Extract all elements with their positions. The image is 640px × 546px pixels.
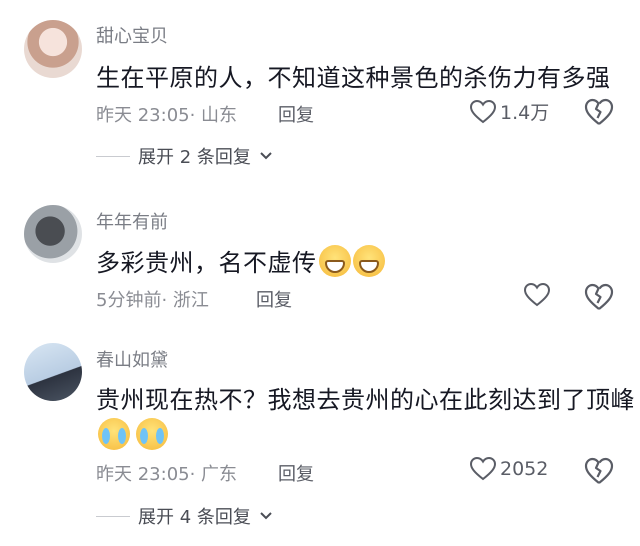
cry-emoji [136, 418, 168, 450]
username[interactable]: 年年有前 [96, 208, 168, 234]
expand-replies-button[interactable]: 展开 2 条回复 [96, 143, 273, 169]
like-button[interactable]: 2052 [470, 457, 548, 481]
heart-icon [524, 283, 550, 307]
comment-time: 5分钟前 [96, 290, 162, 311]
like-count: 1.4万 [500, 102, 550, 124]
comment-text: 生在平原的人，不知道这种景色的杀伤力有多强 [96, 64, 611, 92]
comment-meta: 5分钟前· 浙江 [96, 286, 209, 312]
comment-time: 昨天 23:05 [96, 464, 190, 485]
comment-location: · 浙江 [161, 290, 209, 311]
expand-replies-button[interactable]: 展开 4 条回复 [96, 503, 273, 529]
reply-button[interactable]: 回复 [256, 286, 292, 312]
chevron-down-icon [260, 512, 272, 520]
comment-text-content: 多彩贵州，名不虚传 [96, 249, 317, 277]
comment-location: · 山东 [189, 105, 238, 126]
heart-icon [470, 457, 496, 481]
grin-emoji [318, 245, 351, 277]
cry-emoji [98, 418, 130, 450]
broken-heart-icon[interactable] [584, 283, 614, 311]
comment-text: 贵州现在热不？我想去贵州的心在此刻达到了顶峰 [96, 386, 635, 414]
avatar[interactable] [24, 205, 82, 263]
expand-label: 展开 2 条回复 [138, 147, 251, 168]
comment-location: · 广东 [189, 464, 238, 485]
avatar[interactable] [24, 343, 82, 401]
grin-emoji [352, 245, 385, 277]
like-button[interactable] [524, 283, 550, 307]
chevron-down-icon [260, 152, 272, 160]
like-button[interactable]: 1.4万 [470, 98, 549, 125]
reply-button[interactable]: 回复 [278, 101, 314, 127]
broken-heart-icon[interactable] [584, 457, 614, 485]
avatar[interactable] [24, 20, 82, 78]
username[interactable]: 春山如黛 [96, 346, 168, 372]
broken-heart-icon[interactable] [584, 98, 614, 126]
comment-emoji-row [96, 418, 168, 450]
comment-meta: 昨天 23:05· 山东 [96, 101, 237, 127]
expand-label: 展开 4 条回复 [138, 507, 251, 528]
comment-time: 昨天 23:05 [96, 105, 190, 126]
comment-text: 多彩贵州，名不虚传 [96, 243, 385, 278]
like-count: 2052 [500, 458, 549, 480]
divider-line [96, 155, 130, 157]
heart-icon [470, 99, 496, 123]
comment-meta: 昨天 23:05· 广东 [96, 460, 237, 486]
reply-button[interactable]: 回复 [278, 460, 314, 486]
divider-line [96, 515, 130, 517]
username[interactable]: 甜心宝贝 [96, 22, 168, 48]
